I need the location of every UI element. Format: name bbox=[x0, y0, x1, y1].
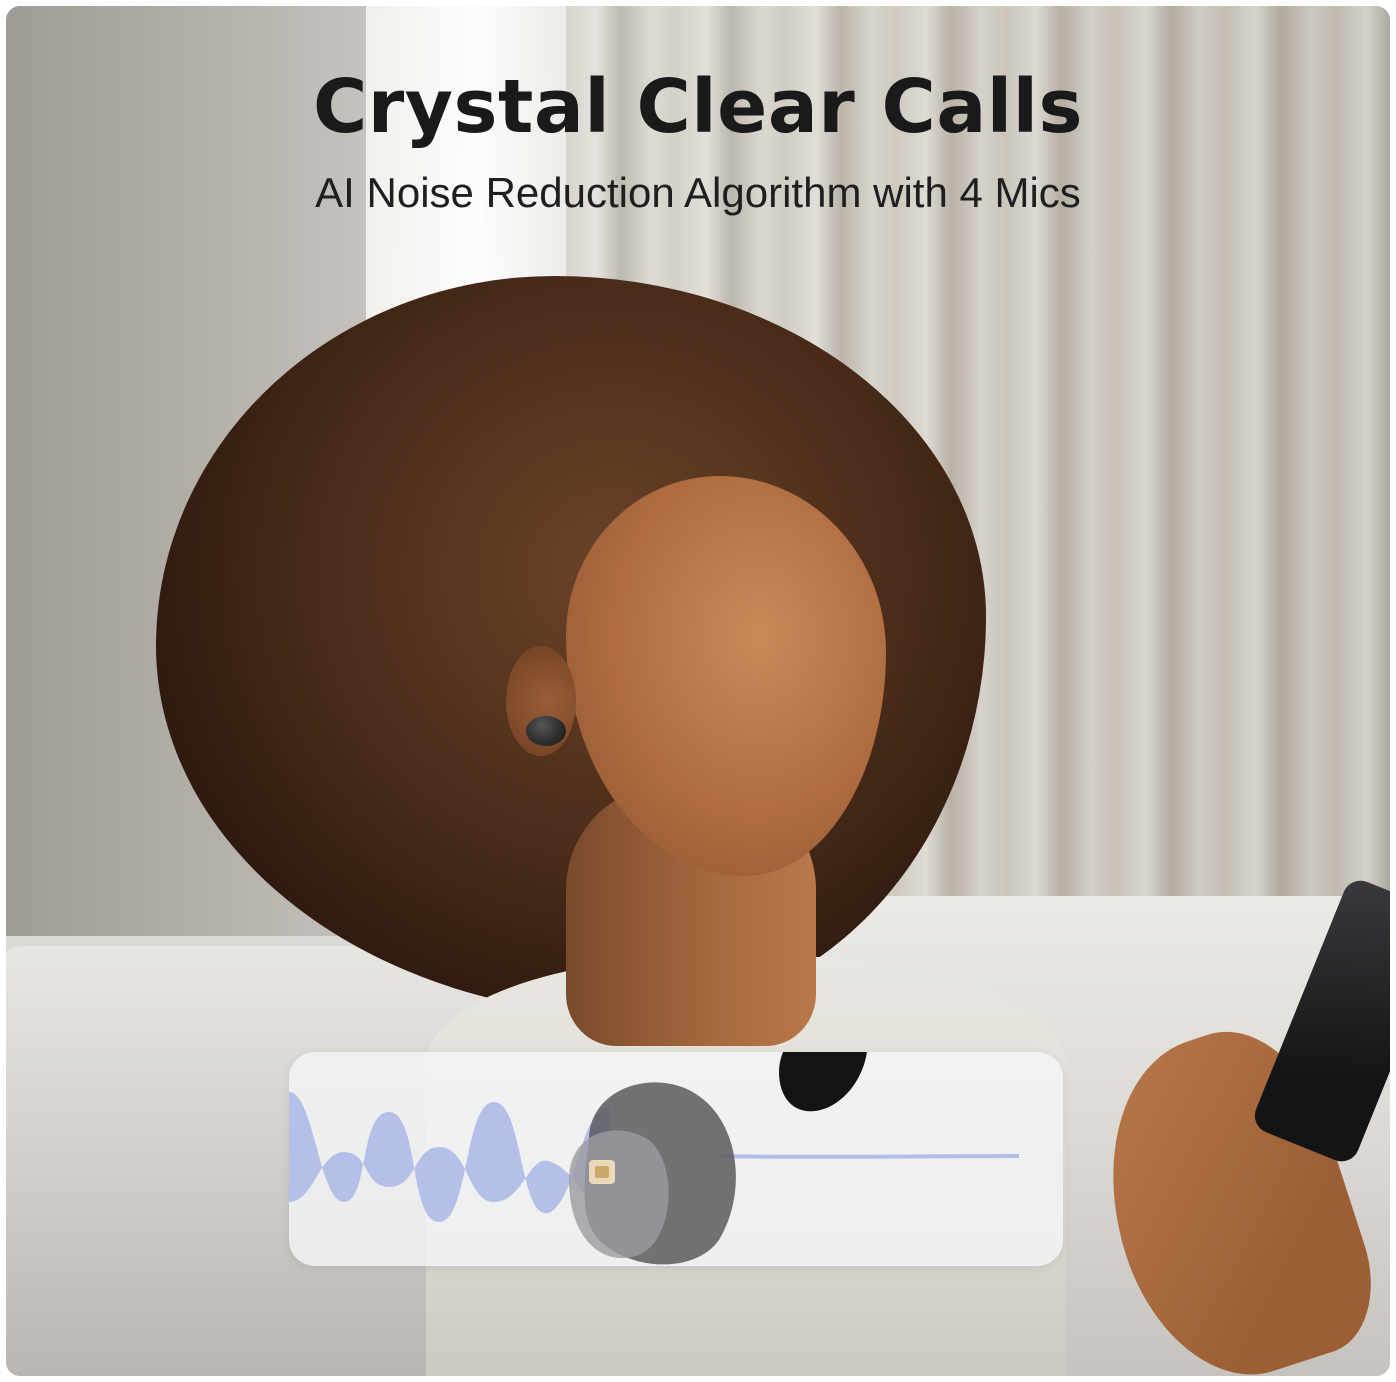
earbud-transparent bbox=[569, 1082, 736, 1265]
noisy-waveform bbox=[289, 1092, 609, 1222]
noise-reduction-illustration bbox=[289, 1052, 1020, 1265]
earbud-black bbox=[779, 1052, 867, 1112]
noise-reduction-card bbox=[289, 1052, 1063, 1266]
headline-title: Crystal Clear Calls bbox=[312, 64, 1084, 150]
worn-earbud bbox=[526, 716, 566, 746]
headline-subtitle: AI Noise Reduction Algorithm with 4 Mics bbox=[315, 169, 1081, 216]
headline-block: Crystal Clear Calls AI Noise Reduction A… bbox=[0, 70, 1396, 214]
clean-waveform-line bbox=[718, 1154, 1020, 1159]
